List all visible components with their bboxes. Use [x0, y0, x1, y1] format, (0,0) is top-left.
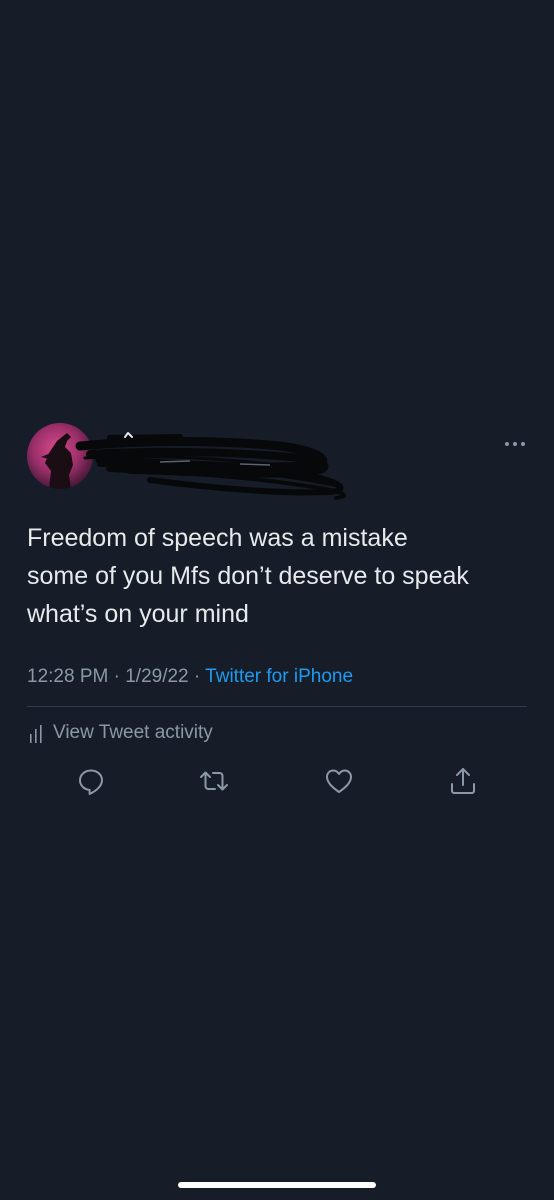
- bar-chart-icon: [30, 725, 42, 743]
- tweet-text-line: some of you Mfs don’t deserve to speak: [27, 562, 469, 590]
- tweet-text-line: what’s on your mind: [27, 600, 249, 628]
- tweet-source-link[interactable]: Twitter for iPhone: [205, 666, 353, 687]
- meta-separator: ·: [188, 666, 206, 687]
- reply-icon[interactable]: [76, 766, 106, 796]
- tweet-meta: 12:28 PM · 1/29/22 · Twitter for iPhone: [27, 665, 353, 689]
- meta-separator: ·: [108, 666, 126, 687]
- view-tweet-activity-button[interactable]: View Tweet activity: [27, 718, 213, 748]
- tweet-text: Freedom of speech was a mistake some of …: [27, 519, 537, 633]
- redacted-name-scribble: [75, 432, 346, 500]
- view-tweet-activity-label: View Tweet activity: [53, 722, 213, 743]
- more-options-icon[interactable]: [500, 432, 530, 456]
- tweet-text-line: Freedom of speech was a mistake: [27, 524, 408, 552]
- tweet-date: 1/29/22: [125, 666, 189, 687]
- retweet-icon[interactable]: [199, 766, 229, 796]
- divider: [27, 706, 527, 707]
- home-indicator[interactable]: [178, 1182, 376, 1188]
- heart-icon[interactable]: [324, 766, 354, 796]
- share-icon[interactable]: [448, 766, 478, 796]
- tweet-time: 12:28 PM: [27, 666, 109, 687]
